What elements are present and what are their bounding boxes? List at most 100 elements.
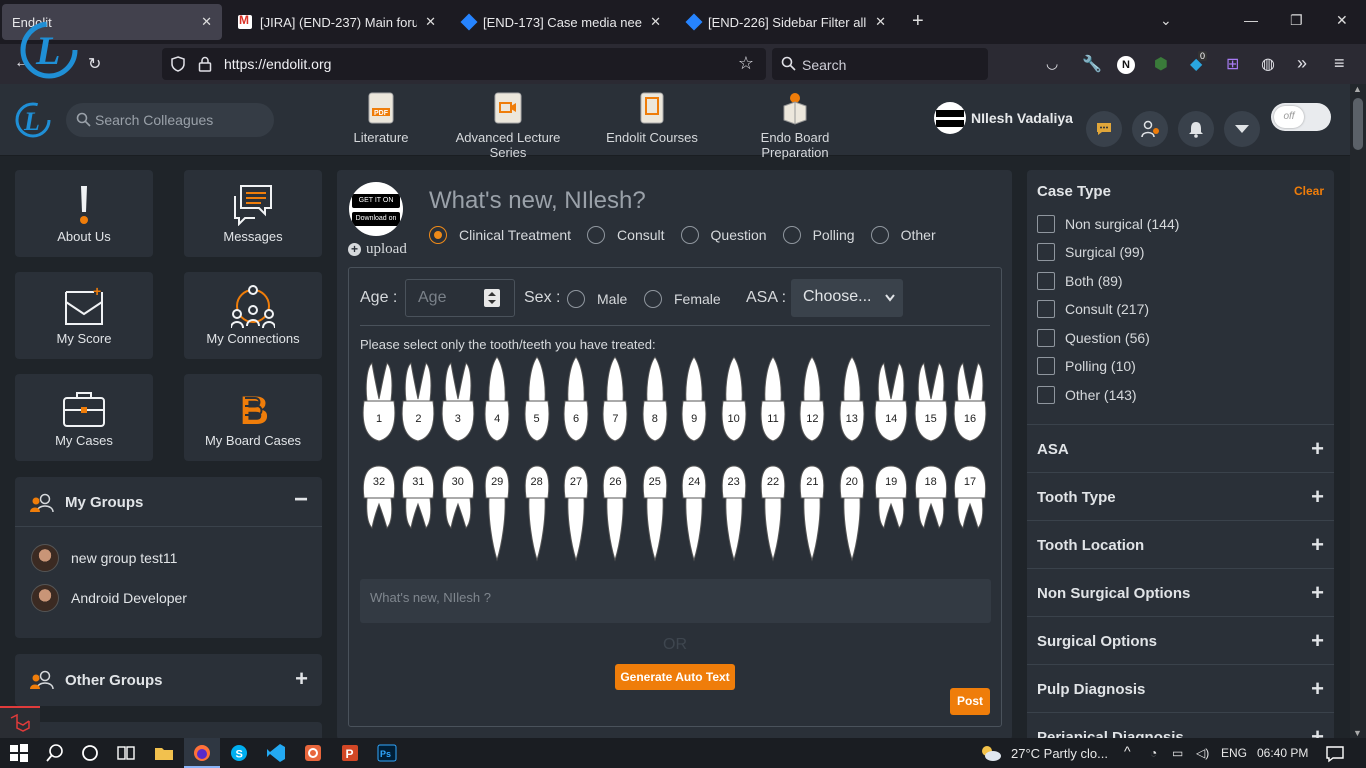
task-view-icon[interactable] <box>116 743 136 763</box>
filter-section-asa[interactable]: ASA + <box>1027 424 1334 472</box>
tooth-32[interactable]: 32 <box>361 464 397 564</box>
weather-text[interactable]: 27°C Partly clo... <box>1011 746 1108 761</box>
scroll-down-icon[interactable]: ▼ <box>1353 728 1362 738</box>
radio-button[interactable] <box>567 290 585 308</box>
radio-button[interactable] <box>587 226 606 244</box>
nav-advanced-lecture-series[interactable]: Advanced Lecture Series <box>440 92 576 160</box>
taskbar-firefox-active[interactable] <box>184 738 220 768</box>
tile-my-cases[interactable]: My Cases <box>15 374 153 461</box>
checkbox[interactable] <box>1037 357 1055 375</box>
scroll-up-icon[interactable]: ▲ <box>1353 84 1362 94</box>
url-bar[interactable]: https://endolit.org ☆ <box>162 48 766 80</box>
expand-icon[interactable]: + <box>1311 436 1324 462</box>
tooth-27[interactable]: 27 <box>558 464 594 564</box>
nav-endolit-courses[interactable]: Endolit Courses <box>606 92 698 145</box>
tile-my-connections[interactable]: My Connections <box>184 272 322 359</box>
laravel-debug-icon[interactable] <box>0 706 40 738</box>
my-groups-header[interactable]: My Groups − <box>15 477 322 527</box>
post-button[interactable]: Post <box>950 688 990 715</box>
tooth-6[interactable]: 6 <box>558 355 594 451</box>
notification-center-icon[interactable] <box>1325 744 1345 764</box>
bookmark-star-icon[interactable]: ☆ <box>738 53 754 74</box>
taskbar-search-icon[interactable] <box>45 743 65 763</box>
radio-female[interactable]: Female <box>644 290 721 308</box>
checkbox[interactable] <box>1037 386 1055 404</box>
checkbox[interactable] <box>1037 272 1055 290</box>
user-menu-dropdown[interactable] <box>1224 111 1260 147</box>
tooth-14[interactable]: 14 <box>873 355 909 451</box>
filter-surgical[interactable]: Surgical (99) <box>1037 243 1144 261</box>
weather-cloud-icon[interactable] <box>979 743 1003 763</box>
tray-chevron-up-icon[interactable]: ^ <box>1124 743 1131 759</box>
tooth-3[interactable]: 3 <box>440 355 476 451</box>
age-input[interactable]: Age <box>405 279 515 317</box>
expand-icon[interactable]: + <box>1311 676 1324 702</box>
other-groups-panel[interactable]: Other Groups + <box>15 654 322 706</box>
extension-green-icon[interactable]: ⬢ <box>1154 54 1168 74</box>
radio-clinical-treatment[interactable]: Clinical Treatment <box>429 226 571 244</box>
tooth-13[interactable]: 13 <box>834 355 870 451</box>
close-icon[interactable]: ✕ <box>650 14 661 30</box>
close-icon[interactable]: ✕ <box>875 14 886 30</box>
asa-select[interactable]: Choose... <box>791 279 903 317</box>
post-text-input[interactable]: What's new, NIlesh ? <box>360 579 991 623</box>
minimize-icon[interactable]: — <box>1244 12 1258 28</box>
checkbox[interactable] <box>1037 215 1055 233</box>
tooth-24[interactable]: 24 <box>676 464 712 564</box>
language-indicator[interactable]: ENG <box>1221 746 1247 760</box>
tab-jira-237[interactable]: [JIRA] (END-237) Main forum N ✕ <box>228 4 446 40</box>
tab-end-173[interactable]: [END-173] Case media need sho ✕ <box>453 4 671 40</box>
checkbox[interactable] <box>1037 243 1055 261</box>
wrench-icon[interactable]: 🔧 <box>1082 54 1102 74</box>
tooth-12[interactable]: 12 <box>794 355 830 451</box>
endolit-logo-icon[interactable]: L <box>14 100 52 140</box>
tooth-15[interactable]: 15 <box>913 355 949 451</box>
filter-polling[interactable]: Polling (10) <box>1037 357 1136 375</box>
connections-button[interactable] <box>1132 111 1168 147</box>
upload-button[interactable]: + upload <box>348 241 407 258</box>
radio-button[interactable] <box>644 290 662 308</box>
reload-icon[interactable]: ↻ <box>88 54 101 74</box>
restore-icon[interactable]: ❐ <box>1290 12 1303 29</box>
clear-filters-link[interactable]: Clear <box>1294 184 1324 198</box>
checkbox[interactable] <box>1037 300 1055 318</box>
skype-icon[interactable]: S <box>229 743 249 763</box>
browser-search-input[interactable]: Search <box>772 48 988 80</box>
nav-literature[interactable]: PDF Literature <box>350 92 412 145</box>
filter-section-non-surgical-options[interactable]: Non Surgical Options + <box>1027 568 1334 616</box>
filter-consult[interactable]: Consult (217) <box>1037 300 1149 318</box>
radio-button[interactable] <box>782 226 801 244</box>
group-item[interactable]: Android Developer <box>31 584 187 612</box>
scroll-thumb[interactable] <box>1353 98 1363 150</box>
globe-icon[interactable]: ◍ <box>1261 54 1275 74</box>
close-window-icon[interactable]: ✕ <box>1336 12 1348 29</box>
tooth-7[interactable]: 7 <box>597 355 633 451</box>
tile-about-us[interactable]: About Us <box>15 170 153 257</box>
tile-my-score[interactable]: + My Score <box>15 272 153 359</box>
powerpoint-icon[interactable]: P <box>340 743 360 763</box>
tooth-26[interactable]: 26 <box>597 464 633 564</box>
tooth-11[interactable]: 11 <box>755 355 791 451</box>
vscode-icon[interactable] <box>266 743 286 763</box>
tab-list-chevron-icon[interactable]: ⌄ <box>1160 12 1172 29</box>
windows-start-icon[interactable] <box>9 743 29 763</box>
tooth-19[interactable]: 19 <box>873 464 909 564</box>
filter-section-tooth-type[interactable]: Tooth Type + <box>1027 472 1334 520</box>
tab-end-226[interactable]: [END-226] Sidebar Filter all optio ✕ <box>678 4 896 40</box>
pocket-icon[interactable]: ◡ <box>1046 55 1058 72</box>
tooth-30[interactable]: 30 <box>440 464 476 564</box>
expand-icon[interactable]: + <box>1311 484 1324 510</box>
tooth-1[interactable]: 1 <box>361 355 397 451</box>
status-toggle[interactable]: off <box>1271 103 1331 131</box>
file-explorer-icon[interactable] <box>154 743 174 763</box>
n-extension-icon[interactable]: N <box>1117 56 1135 74</box>
tooth-29[interactable]: 29 <box>479 464 515 564</box>
tooth-23[interactable]: 23 <box>716 464 752 564</box>
endolit-logo-icon[interactable]: L <box>20 18 78 82</box>
tooth-20[interactable]: 20 <box>834 464 870 564</box>
tooth-8[interactable]: 8 <box>637 355 673 451</box>
filter-non-surgical[interactable]: Non surgical (144) <box>1037 215 1179 233</box>
clock-time[interactable]: 06:40 PM <box>1257 746 1308 760</box>
tooth-28[interactable]: 28 <box>519 464 555 564</box>
generate-auto-text-button[interactable]: Generate Auto Text <box>615 664 735 690</box>
